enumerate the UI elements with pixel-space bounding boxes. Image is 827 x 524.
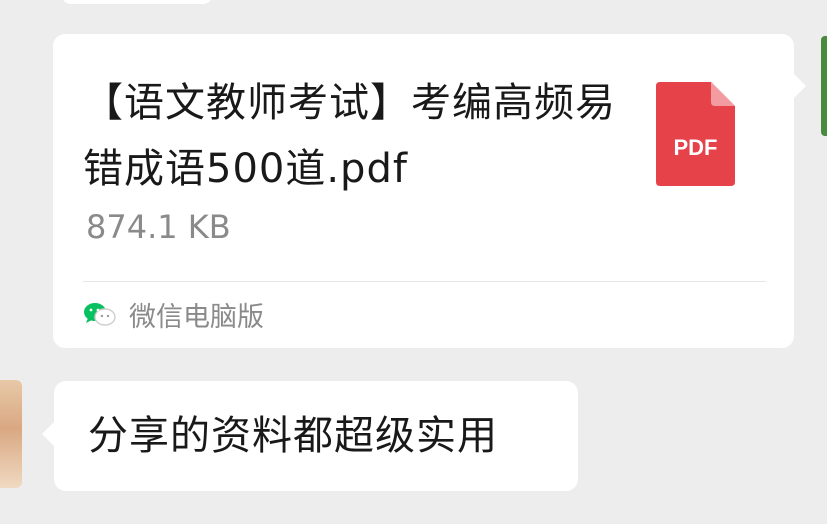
previous-message-bubble[interactable] bbox=[62, 0, 212, 4]
source-label: 微信电脑版 bbox=[129, 301, 264, 333]
pdf-icon: PDF bbox=[656, 82, 735, 186]
message-text: 分享的资料都超级实用 bbox=[88, 413, 498, 459]
chat-area: 【语文教师考试】考编高频易错成语500道.pdf 874.1 KB PDF 微信… bbox=[0, 0, 827, 524]
file-size: 874.1 KB bbox=[86, 208, 231, 246]
file-name: 【语文教师考试】考编高频易错成语500道.pdf bbox=[83, 80, 616, 192]
wechat-icon bbox=[84, 303, 116, 326]
sender-avatar[interactable] bbox=[821, 36, 827, 136]
card-divider bbox=[83, 281, 766, 282]
pdf-icon-label: PDF bbox=[674, 135, 718, 160]
bubble-tail bbox=[42, 422, 54, 446]
file-message-card[interactable]: 【语文教师考试】考编高频易错成语500道.pdf 874.1 KB PDF 微信… bbox=[53, 34, 806, 348]
receiver-avatar[interactable] bbox=[0, 380, 22, 488]
text-message-bubble[interactable]: 分享的资料都超级实用 bbox=[42, 381, 578, 491]
source-row: 微信电脑版 bbox=[83, 296, 264, 333]
bubble-tail bbox=[794, 74, 806, 98]
